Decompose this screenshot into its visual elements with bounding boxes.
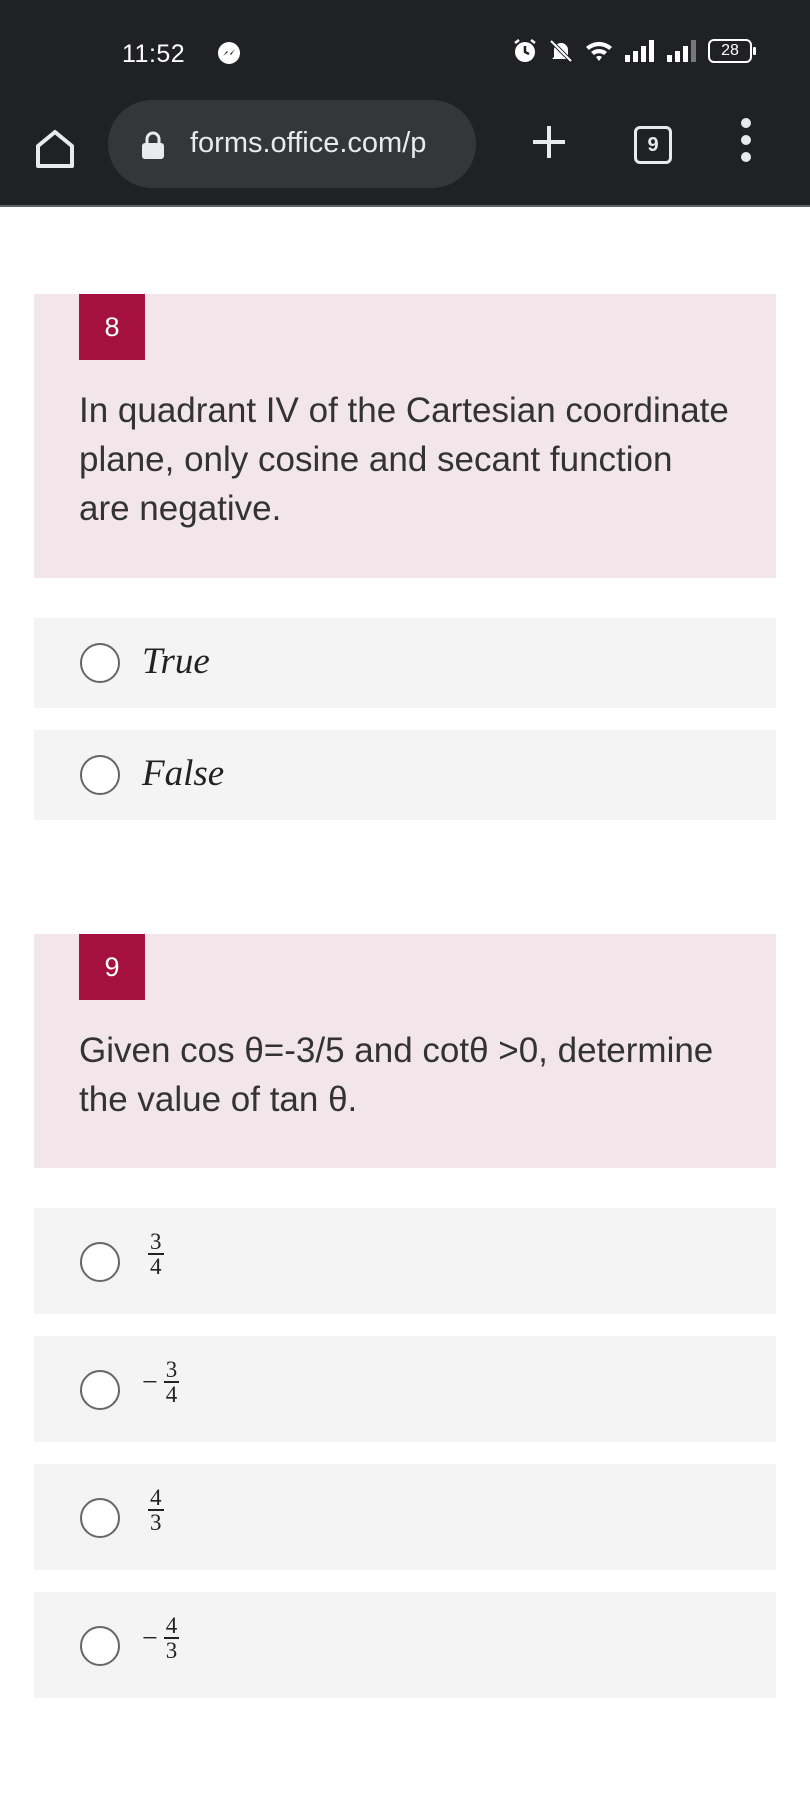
more-vert-icon[interactable] [736,118,756,170]
option-label: − 34 [142,1357,180,1407]
clock: 11:52 [122,40,186,68]
question-card: 9 Given cos θ=-3/5 and cotθ >0, determin… [34,934,776,1168]
option-label: True [142,641,210,682]
home-icon[interactable] [30,124,80,174]
tabs-icon[interactable]: 9 [634,126,672,164]
question-number: 8 [79,294,145,360]
question-number: 9 [79,934,145,1000]
url-text: forms.office.com/p [190,127,427,159]
radio-icon[interactable] [80,1498,120,1538]
option-label: − 43 [142,1613,180,1663]
numerator: 4 [163,1613,180,1639]
messenger-icon [218,42,240,64]
option-false[interactable]: False [34,730,776,820]
lock-icon [142,131,164,159]
option-label: 43 [142,1485,164,1535]
denominator: 4 [165,1382,178,1407]
plus-icon[interactable] [527,120,571,164]
radio-icon[interactable] [80,643,120,683]
option-label: 34 [142,1229,164,1279]
minus-sign: − [142,1623,158,1654]
browser-toolbar: forms.office.com/p 9 [0,100,810,207]
denominator: 3 [165,1638,178,1663]
denominator: 3 [150,1510,162,1535]
wifi-icon [586,41,612,61]
address-bar[interactable]: forms.office.com/p [108,100,476,188]
status-bar: 11:52 28 [0,0,810,100]
radio-icon[interactable] [80,1370,120,1410]
signal-icon [625,40,654,62]
option-label: False [142,753,225,794]
radio-icon[interactable] [80,1242,120,1282]
question-text: In quadrant IV of the Cartesian coordina… [79,391,729,528]
denominator: 4 [150,1254,162,1279]
radio-icon[interactable] [80,755,120,795]
alarm-icon [514,39,536,62]
question-card: 8 In quadrant IV of the Cartesian coordi… [34,294,776,578]
question-text: Given cos θ=-3/5 and cotθ >0, determine … [79,1031,714,1119]
numerator: 3 [148,1229,164,1255]
signal-icon [667,40,696,62]
mute-icon [549,39,573,63]
option-fraction[interactable]: − 43 [34,1592,776,1698]
numerator: 3 [163,1357,180,1383]
option-fraction[interactable]: − 34 [34,1336,776,1442]
battery-icon: 28 [708,39,756,63]
option-fraction[interactable]: 34 [34,1208,776,1314]
numerator: 4 [148,1485,164,1511]
minus-sign: − [142,1367,158,1398]
radio-icon[interactable] [80,1626,120,1666]
status-icons: 28 [512,38,756,64]
option-fraction[interactable]: 43 [34,1464,776,1570]
option-true[interactable]: True [34,618,776,708]
